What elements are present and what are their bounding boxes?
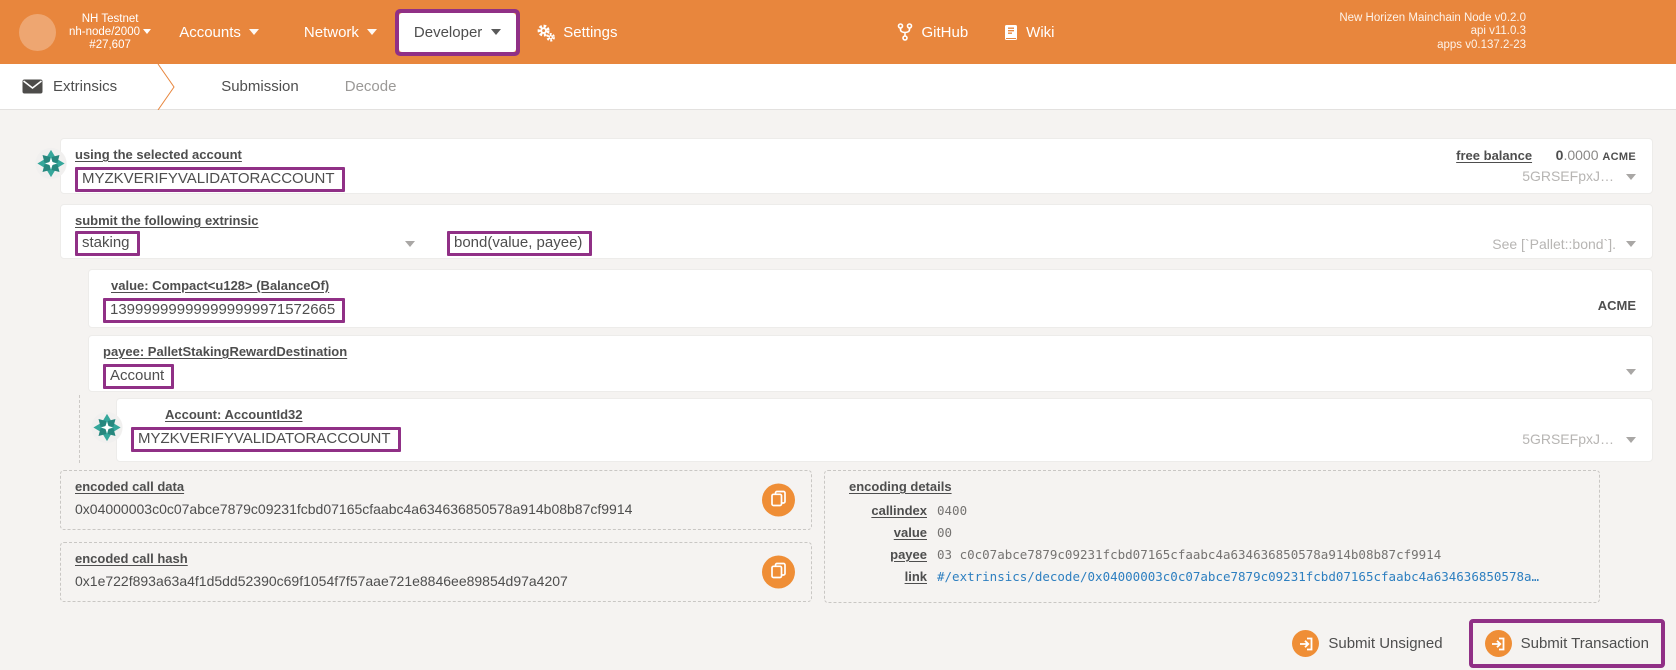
version-info: New Horizen Mainchain Node v0.2.0 api v1… — [1339, 12, 1526, 53]
gear-icon — [536, 23, 555, 42]
encoded-call-hash-value: 0x1e722f893a63a4f1d5dd52390c69f1054f7f57… — [75, 573, 741, 589]
network-selector[interactable]: NH Testnet nh-node/2000 #27,607 — [69, 13, 151, 52]
network-node: nh-node/2000 — [69, 26, 151, 39]
account-label: using the selected account — [75, 147, 242, 162]
encoded-call-hash-box: encoded call hash 0x1e722f893a63a4f1d5dd… — [60, 542, 812, 602]
param-account-label: Account: AccountId32 — [165, 407, 302, 422]
git-fork-icon — [897, 23, 913, 41]
pallet-value[interactable]: staking — [75, 231, 140, 256]
extrinsic-select-panel: submit the following extrinsic staking b… — [60, 204, 1653, 259]
link-wiki[interactable]: Wiki — [1004, 23, 1054, 41]
encoding-row-value: value 00 — [839, 525, 1585, 540]
copy-call-data-button[interactable] — [762, 484, 795, 517]
chevron-down-icon — [405, 241, 415, 247]
submit-transaction-button[interactable]: Submit Transaction — [1485, 630, 1649, 657]
encoding-row-payee: payee 03 c0c07abce7879c09231fcbd07165cfa… — [839, 547, 1585, 562]
encoding-row-link: link #/extrinsics/decode/0x04000003c0c07… — [839, 569, 1585, 584]
chevron-down-icon — [143, 29, 151, 34]
chevron-down-icon — [491, 29, 501, 35]
chain-logo — [19, 14, 56, 51]
copy-call-hash-button[interactable] — [762, 556, 795, 589]
link-github[interactable]: GitHub — [897, 23, 968, 41]
tab-decode[interactable]: Decode — [345, 78, 397, 95]
chevron-down-icon — [249, 29, 259, 35]
free-balance-value: 0.0000 ACME — [1556, 147, 1636, 163]
tab-bar: Extrinsics Submission Decode — [0, 64, 1676, 110]
tab-separator — [157, 64, 181, 110]
nav-settings[interactable]: Settings — [536, 23, 617, 42]
apps-version: apps v0.137.2-23 — [1339, 39, 1526, 53]
param-value-panel: value: Compact<u128> (BalanceOf) 1399999… — [88, 269, 1653, 328]
param-payee-dropdown[interactable]: Account — [103, 364, 174, 389]
book-icon — [1004, 24, 1018, 41]
nav-accounts[interactable]: Accounts — [179, 24, 259, 41]
decode-link[interactable]: #/extrinsics/decode/0x04000003c0c07abce7… — [937, 569, 1539, 584]
api-version: api v11.0.3 — [1339, 25, 1526, 39]
encoding-row-callindex: callindex 0400 — [839, 503, 1585, 518]
encoding-details-box: encoding details callindex 0400 value 00… — [824, 470, 1600, 603]
param-value-label: value: Compact<u128> (BalanceOf) — [111, 278, 329, 293]
extrinsics-form: using the selected account MYZKVERIFYVAL… — [0, 110, 1676, 670]
chevron-down-icon — [1626, 174, 1636, 180]
nav-developer[interactable]: Developer — [399, 13, 516, 52]
extrinsic-label: submit the following extrinsic — [75, 213, 258, 228]
param-account-panel: Account: AccountId32 MYZKVERIFYVALIDATOR… — [116, 398, 1653, 462]
envelope-icon — [22, 78, 43, 95]
param-payee-panel: payee: PalletStakingRewardDestination Ac… — [88, 335, 1653, 392]
network-name: NH Testnet — [69, 13, 151, 26]
param-account-input[interactable]: MYZKVERIFYVALIDATORACCOUNT — [131, 427, 401, 452]
pallet-dropdown[interactable]: staking — [75, 231, 415, 256]
copy-icon — [771, 563, 786, 582]
page-title: Extrinsics — [53, 78, 117, 95]
chevron-down-icon — [367, 29, 377, 35]
encoding-details-title: encoding details — [849, 479, 952, 494]
encoded-call-data-box: encoded call data 0x04000003c0c07abce787… — [60, 470, 812, 530]
nav-network[interactable]: Network — [304, 24, 377, 41]
actions-row: Submit Unsigned Submit Transaction — [60, 619, 1653, 668]
encoded-call-data-value: 0x04000003c0c07abce7879c09231fcbd07165cf… — [75, 501, 741, 517]
block-number: #27,607 — [69, 39, 151, 52]
submit-unsigned-button[interactable]: Submit Unsigned — [1292, 630, 1442, 657]
selected-account-input[interactable]: MYZKVERIFYVALIDATORACCOUNT — [75, 167, 345, 192]
account-identicon — [35, 148, 67, 185]
method-dropdown[interactable]: bond(value, payee) — [447, 231, 592, 256]
annotation-box-developer: Developer — [395, 9, 520, 56]
copy-icon — [771, 491, 786, 510]
encoded-call-data-label: encoded call data — [75, 479, 184, 494]
free-balance-label: free balance — [1456, 148, 1532, 163]
method-doc-dropdown[interactable]: See [`Pallet::bond`]. — [1492, 236, 1636, 252]
sign-in-icon — [1485, 630, 1512, 657]
chevron-down-icon — [1626, 241, 1636, 247]
param-value-input[interactable]: 139999999999999999971572665 — [103, 298, 345, 323]
param-account-address-dropdown[interactable]: 5GRSEFpxJ… — [1522, 431, 1636, 447]
account-address-dropdown[interactable]: 5GRSEFpxJ… — [1456, 168, 1636, 184]
app-header: NH Testnet nh-node/2000 #27,607 Accounts… — [0, 0, 1676, 64]
param-value-unit: ACME — [1598, 298, 1636, 313]
encoded-call-hash-label: encoded call hash — [75, 551, 188, 566]
annotation-box-submit: Submit Transaction — [1469, 619, 1665, 668]
sign-in-icon — [1292, 630, 1319, 657]
param-payee-label: payee: PalletStakingRewardDestination — [103, 344, 347, 359]
chevron-down-icon[interactable] — [1626, 369, 1636, 375]
tab-submission[interactable]: Submission — [221, 78, 299, 95]
chevron-down-icon — [1626, 437, 1636, 443]
account-select-panel: using the selected account MYZKVERIFYVAL… — [60, 138, 1653, 194]
payee-account-identicon — [91, 412, 123, 449]
node-version: New Horizen Mainchain Node v0.2.0 — [1339, 12, 1526, 26]
